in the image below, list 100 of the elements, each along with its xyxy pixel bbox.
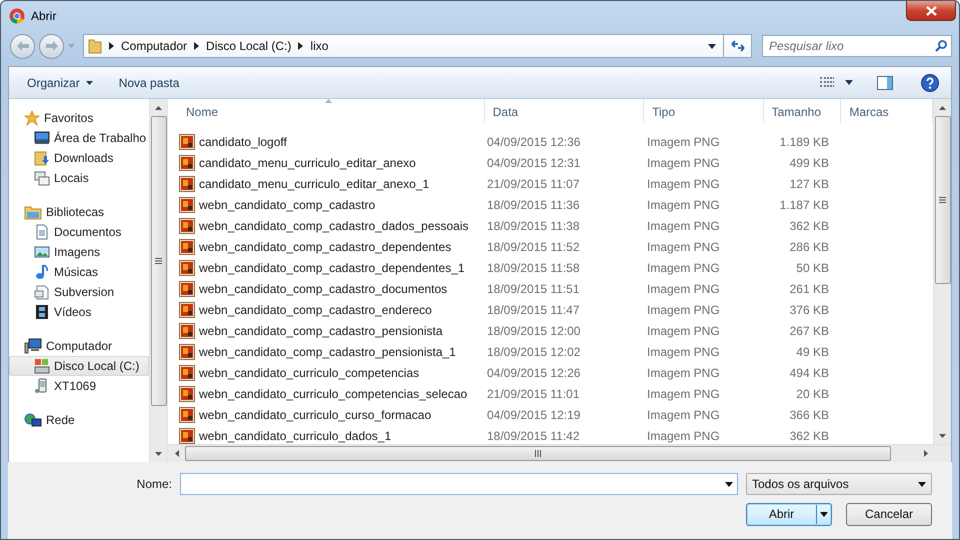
view-list-icon[interactable] — [819, 76, 835, 88]
right-arrow-icon — [924, 450, 928, 457]
size-cell-text: 362 KB — [788, 428, 829, 442]
file-row[interactable]: webn_candidato_curriculo_curso_formacao 04/09/2015 12:19 Imagem PNG 366 KB — [178, 404, 933, 425]
organize-button[interactable]: Organizar — [19, 72, 101, 92]
back-button[interactable] — [10, 34, 35, 58]
sidebar-item[interactable]: Rede — [9, 410, 149, 430]
date-cell-text: 18/09/2015 11:47 — [486, 302, 581, 316]
file-name: webn_candidato_comp_cadastro_pensionista — [199, 324, 443, 338]
network-icon — [24, 412, 42, 428]
sidebar-item[interactable]: Subversion — [9, 282, 149, 302]
file-name: candidato_menu_curriculo_editar_anexo_1 — [199, 176, 430, 190]
sidebar-item[interactable]: Favoritos — [9, 108, 149, 128]
size-cell-text: 267 KB — [788, 324, 829, 338]
sidebar-item[interactable]: Vídeos — [9, 302, 149, 322]
computer-icon — [24, 338, 42, 354]
date-cell-text: 18/09/2015 11:38 — [486, 218, 581, 232]
search-field[interactable]: Pesquisar lixo — [762, 35, 952, 57]
file-row[interactable]: webn_candidato_curriculo_competencias 04/09/2015 12:26 Imagem PNG 494 KB — [178, 362, 933, 383]
size-cell-text: 261 KB — [788, 282, 829, 296]
dropdown-arrow-icon[interactable] — [708, 44, 716, 48]
scrollbar[interactable] — [933, 99, 951, 444]
breadcrumb[interactable]: Disco Local (C:) — [206, 39, 292, 53]
file-row[interactable]: candidato_logoff 04/09/2015 12:36 Imagem PNG 1.189 KB — [178, 131, 933, 152]
type-cell-text: Imagem PNG — [646, 302, 721, 316]
size-cell-text: 362 KB — [788, 218, 829, 232]
open-button[interactable]: Abrir — [746, 502, 832, 526]
window-title: Abrir — [31, 9, 56, 23]
column-header[interactable]: Data — [484, 99, 644, 123]
file-row[interactable]: candidato_menu_curriculo_editar_anexo_1 21/09/2015 11:07 Imagem PNG 127 KB — [178, 173, 933, 194]
file-row[interactable]: webn_candidato_curriculo_dados_1 18/09/2015 11:42 Imagem PNG 362 KB — [178, 425, 933, 446]
refresh-arrows-icon — [730, 40, 744, 52]
sidebar-item[interactable]: Downloads — [9, 148, 149, 168]
left-arrow-icon — [174, 450, 178, 457]
file-name-field[interactable] — [180, 473, 738, 495]
file-row[interactable]: webn_candidato_comp_cadastro 18/09/2015 11:36 Imagem PNG 1.187 KB — [178, 194, 933, 215]
sidebar-item[interactable]: Área de Trabalho — [9, 128, 149, 148]
image-file-icon — [179, 238, 195, 254]
close-button[interactable] — [906, 1, 956, 21]
dropdown-arrow-icon — [918, 482, 926, 486]
downloads-folder-icon — [34, 150, 50, 166]
size-cell-text: 286 KB — [788, 240, 829, 254]
type-cell-text: Imagem PNG — [646, 282, 721, 296]
sidebar-item[interactable]: Documentos — [9, 222, 149, 242]
places-icon — [34, 170, 50, 186]
sidebar-item[interactable]: XT1069 — [9, 376, 149, 396]
image-file-icon — [179, 196, 195, 212]
scrollbar[interactable] — [168, 444, 951, 462]
app-icon — [9, 8, 25, 24]
up-arrow-icon — [155, 106, 162, 110]
breadcrumb[interactable]: lixo — [310, 39, 328, 53]
sort-arrow-icon — [324, 99, 332, 103]
breadcrumb[interactable]: Computador — [121, 39, 188, 53]
column-header[interactable]: Nome — [178, 99, 485, 123]
file-row[interactable]: webn_candidato_comp_cadastro_dados_pessoais 18/09/2015 11:38 Imagem PNG 362 KB — [178, 215, 933, 236]
column-header[interactable]: Tamanho — [764, 99, 842, 123]
chevron-icon — [194, 42, 200, 50]
scrollbar[interactable] — [149, 99, 167, 462]
dropdown-arrow-icon — [725, 482, 733, 486]
cancel-button[interactable]: Cancelar — [846, 502, 932, 526]
caret-icon[interactable] — [845, 80, 853, 85]
image-file-icon — [179, 260, 195, 276]
file-type-dropdown[interactable]: Todos os arquivos — [746, 473, 932, 495]
file-row[interactable]: webn_candidato_comp_cadastro_dependentes_1 18/09/2015 11:58 Imagem PNG 50 KB — [178, 257, 933, 278]
type-cell-text: Imagem PNG — [646, 198, 721, 212]
preview-pane-icon[interactable] — [877, 76, 893, 90]
date-cell-text: 18/09/2015 11:42 — [486, 428, 581, 442]
file-row[interactable]: webn_candidato_comp_cadastro_documentos 18/09/2015 11:51 Imagem PNG 261 KB — [178, 278, 933, 299]
file-name: webn_candidato_comp_cadastro_dependentes — [199, 240, 452, 254]
date-cell-text: 21/09/2015 11:07 — [486, 176, 581, 190]
file-name: candidato_menu_curriculo_editar_anexo — [199, 156, 416, 170]
forward-button[interactable] — [39, 34, 64, 58]
sidebar-item[interactable]: Computador — [9, 336, 149, 356]
column-header[interactable]: Tipo — [644, 99, 764, 123]
music-note-icon — [34, 264, 50, 280]
type-cell-text: Imagem PNG — [646, 428, 721, 442]
file-name: webn_candidato_comp_cadastro_documentos — [199, 282, 448, 296]
help-icon[interactable] — [921, 74, 939, 92]
address-bar[interactable]: Computador Disco Local (C:) lixo — [83, 34, 752, 58]
sidebar-item[interactable]: Disco Local (C:) — [9, 356, 149, 376]
file-row[interactable]: webn_candidato_comp_cadastro_endereco 18/09/2015 11:47 Imagem PNG 376 KB — [178, 299, 933, 320]
sidebar-item[interactable]: Locais — [9, 168, 149, 188]
file-row[interactable]: webn_candidato_curriculo_competencias_selecao 21/09/2015 11:01 Imagem PNG 20 KB — [178, 383, 933, 404]
caret-icon — [86, 80, 93, 84]
sidebar-item[interactable]: Bibliotecas — [9, 202, 149, 222]
file-row[interactable]: candidato_menu_curriculo_editar_anexo 04/09/2015 12:31 Imagem PNG 499 KB — [178, 152, 933, 173]
drive-icon — [34, 358, 50, 374]
size-cell-text: 20 KB — [795, 386, 829, 400]
file-row[interactable]: webn_candidato_comp_cadastro_dependentes 18/09/2015 11:52 Imagem PNG 286 KB — [178, 236, 933, 257]
type-cell-text: Imagem PNG — [646, 366, 721, 380]
search-icon — [935, 40, 947, 52]
file-row[interactable]: webn_candidato_comp_cadastro_pensionista 18/09/2015 12:00 Imagem PNG 267 KB — [178, 320, 933, 341]
size-cell-text: 50 KB — [795, 260, 829, 274]
close-icon — [926, 6, 936, 16]
file-row[interactable]: webn_candidato_comp_cadastro_pensionista_1 18/09/2015 12:02 Imagem PNG 49 KB — [178, 341, 933, 362]
type-cell-text: Imagem PNG — [646, 176, 721, 190]
new-folder-button[interactable]: Nova pasta — [110, 72, 188, 92]
sidebar-item[interactable]: Músicas — [9, 262, 149, 282]
sidebar-item[interactable]: Imagens — [9, 242, 149, 262]
type-cell-text: Imagem PNG — [646, 134, 721, 148]
